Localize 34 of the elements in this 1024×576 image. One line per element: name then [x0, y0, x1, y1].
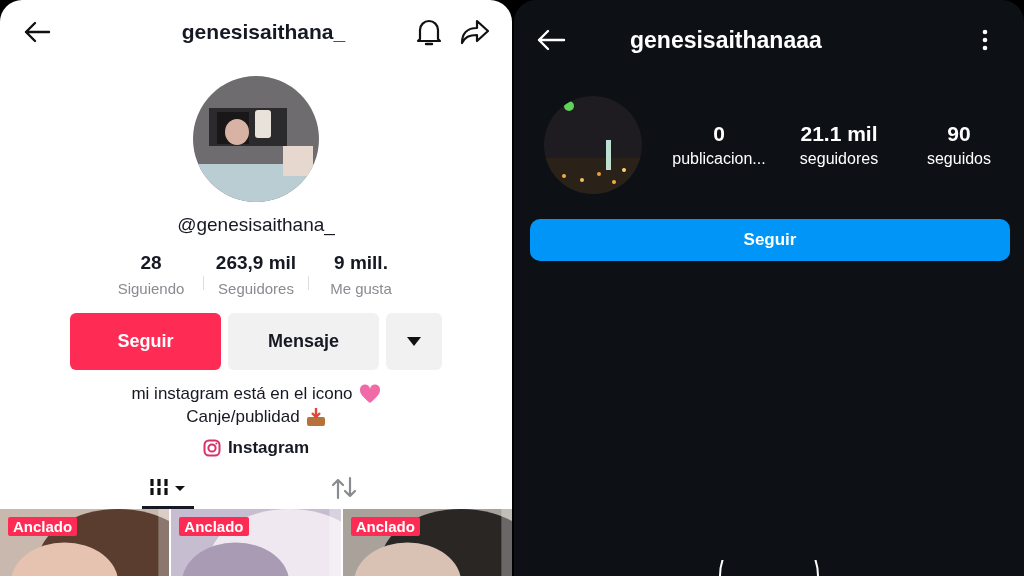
- instagram-icon: [202, 439, 221, 457]
- profile-handle: @genesisaithana_: [177, 214, 335, 236]
- stat-value: 21.1 mil: [800, 122, 878, 146]
- stat-value: 0: [713, 122, 725, 146]
- repost-icon: [330, 476, 358, 500]
- bio-text: mi instagram está en el icono: [131, 383, 353, 404]
- stat-label: Me gusta: [330, 280, 392, 297]
- stat-value: 263,9 mil: [215, 252, 297, 274]
- more-icon[interactable]: [982, 29, 988, 51]
- stat-value: 28: [140, 252, 162, 274]
- stat-value: 90: [947, 122, 971, 146]
- profile-title: genesisaithanaaa: [630, 26, 823, 54]
- follow-button[interactable]: Seguir: [70, 313, 221, 370]
- message-button[interactable]: Mensaje: [228, 313, 379, 370]
- stat-label: seguidos: [926, 150, 991, 168]
- bio-text: Canje/publidad: [186, 406, 300, 427]
- pinned-badge: Anclado: [350, 517, 420, 536]
- bell-icon[interactable]: [416, 17, 442, 47]
- circle-outline-icon: [717, 560, 821, 576]
- stat-label: Siguiendo: [117, 280, 185, 297]
- pinned-badge: Anclado: [179, 517, 249, 536]
- stat-label: Seguidores: [218, 280, 294, 297]
- back-icon[interactable]: [23, 20, 51, 44]
- instagram-link[interactable]: Instagram: [202, 438, 310, 458]
- inbox-tray-icon: [305, 406, 326, 427]
- stat-value: 9 mill.: [334, 252, 388, 274]
- stat-label: publicacion...: [672, 150, 766, 168]
- stat-label: seguidores: [799, 150, 879, 168]
- share-icon[interactable]: [460, 19, 490, 45]
- more-button[interactable]: [386, 313, 442, 370]
- caret-icon: [407, 337, 421, 346]
- heart-icon: [358, 383, 381, 404]
- pinned-badge: Anclado: [8, 517, 78, 536]
- profile-title: genesisaithana_: [180, 20, 347, 44]
